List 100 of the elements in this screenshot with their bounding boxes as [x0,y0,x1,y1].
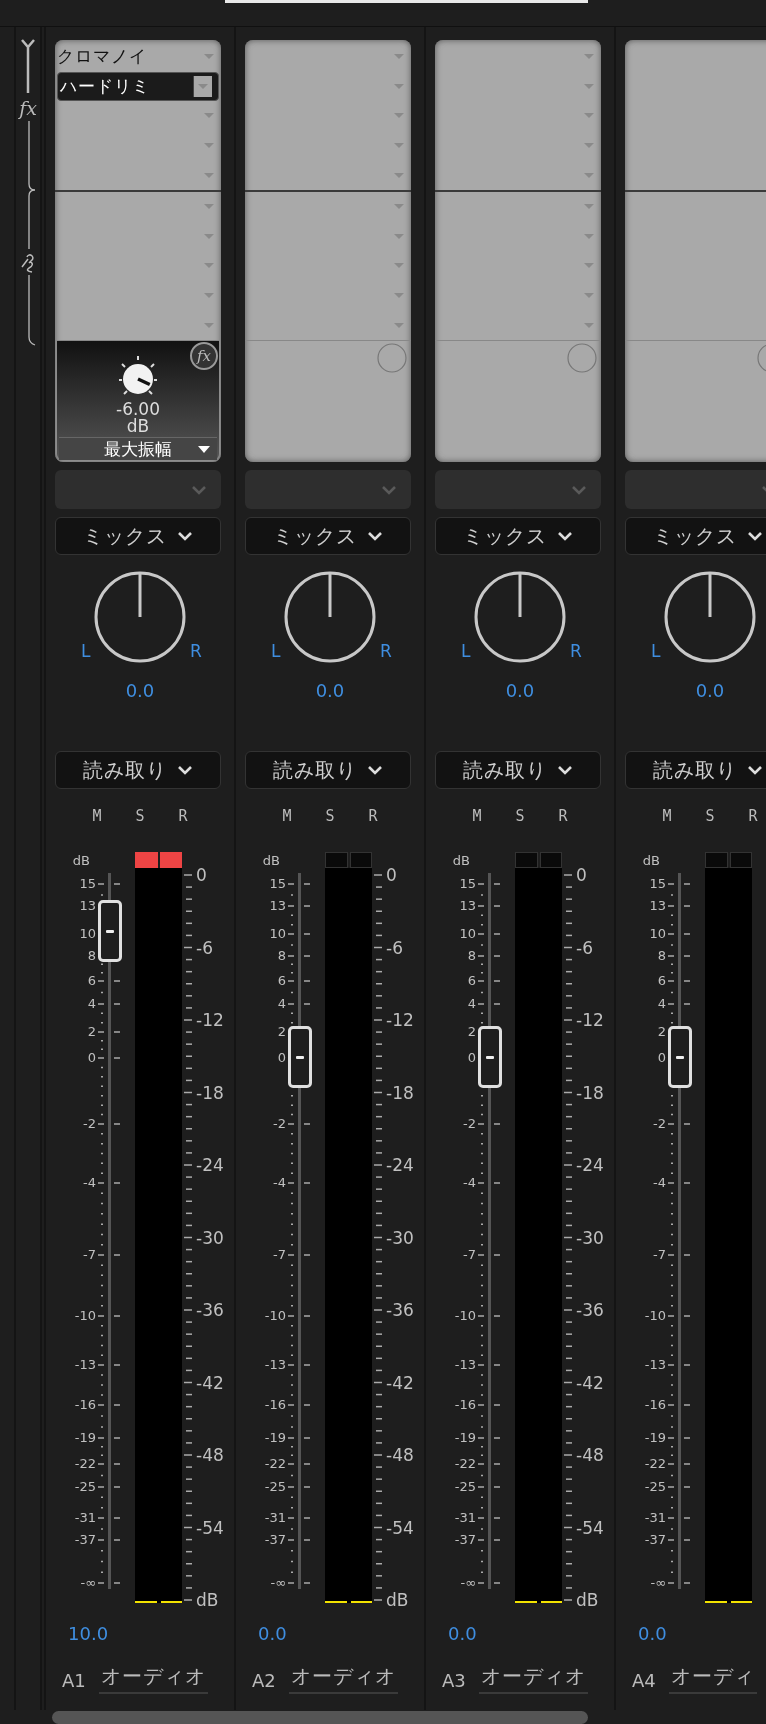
scale-label: -48 [576,1445,604,1465]
horizontal-scrollbar[interactable] [52,1711,588,1724]
fader-handle[interactable] [478,1026,502,1088]
chevron-down-icon [557,764,573,776]
send-dropdown[interactable] [625,470,766,509]
automation-dropdown[interactable]: 読み取り [245,751,411,789]
send-dropdown[interactable] [435,470,601,509]
scale-label: -36 [576,1300,604,1320]
track-toggle-button[interactable]: S [130,806,150,826]
scale-label: dB [196,1590,219,1610]
scale-label: 15 [79,876,96,892]
track-toggle-button[interactable]: R [553,806,573,826]
pan-knob[interactable] [473,570,567,664]
clip-indicator[interactable] [135,852,158,868]
mode-dropdown[interactable]: ミックス [435,517,601,555]
scale-label: -13 [74,1357,96,1373]
microphone-icon [19,251,37,275]
scale-unit: dB [72,853,90,868]
automation-dropdown[interactable]: 読み取り [55,751,221,789]
track-name-field[interactable]: オーディオ [98,1663,208,1694]
clip-indicator[interactable] [729,852,752,868]
automation-dropdown[interactable]: 読み取り [435,751,601,789]
scale-label: -12 [386,1010,414,1030]
scale-label: 0 [576,865,587,885]
track-toggle-button[interactable]: R [173,806,193,826]
mode-dropdown[interactable]: ミックス [625,517,766,555]
scale-label: 0 [196,865,207,885]
clip-indicator[interactable] [539,852,562,868]
track-toggle-button[interactable]: M [657,806,677,826]
scale-label: -4 [83,1175,96,1191]
send-dropdown[interactable] [55,470,221,509]
scale-label: 4 [87,996,96,1012]
pan-knob[interactable] [663,570,757,664]
scale-label: -10 [264,1308,286,1324]
scale-label: -31 [454,1510,476,1526]
scale-label: -30 [386,1227,414,1248]
scale-label: -7 [273,1247,286,1263]
fader-handle[interactable] [668,1026,692,1088]
track-toggle-button[interactable]: R [363,806,383,826]
effect-slot[interactable]: クロマノイ [55,42,221,72]
clip-indicator[interactable] [159,852,182,868]
mode-dropdown[interactable]: ミックス [245,517,411,555]
track-name-field[interactable]: オーディ [668,1663,757,1694]
effect-slot[interactable]: ハードリミ [57,71,219,102]
send-value: -6.00 [116,401,160,418]
scale-label: -19 [644,1430,666,1446]
scale-label: -19 [74,1430,96,1446]
effect-bypass-button[interactable]: fx [190,341,218,370]
scale-label: -31 [264,1510,286,1526]
automation-dropdown[interactable]: 読み取り [625,751,766,789]
track-toggle-button[interactable]: M [277,806,297,826]
pan-knob[interactable] [283,570,377,664]
scale-label: -19 [264,1430,286,1446]
send-dropdown[interactable] [245,470,411,509]
scale-label: -10 [454,1308,476,1324]
track-id: A2 [252,1670,276,1693]
scale-label: -16 [264,1397,286,1413]
scale-label: -13 [454,1357,476,1373]
scale-label: -22 [264,1456,286,1472]
scale-label: 2 [87,1024,96,1040]
scale-label: -54 [196,1517,224,1538]
scale-label: -4 [463,1175,476,1191]
parameter-dropdown[interactable]: 最大振幅 [59,437,217,460]
mode-dropdown[interactable]: ミックス [55,517,221,555]
clip-indicator[interactable] [515,852,538,868]
pan-knob[interactable] [93,570,187,664]
scale-label: 10 [459,926,476,942]
scale-label: 6 [657,973,666,989]
track-id: A4 [632,1670,656,1693]
track-name-field[interactable]: オーディオ [478,1663,588,1694]
track-toggle-button[interactable]: S [700,806,720,826]
scale-label: dB [386,1590,409,1610]
chevron-down-icon [177,530,193,542]
track-toggle-button[interactable]: M [467,806,487,826]
scale-label: 0 [657,1050,666,1066]
fader-handle[interactable] [98,900,122,962]
chevron-down-icon [367,530,383,542]
scale-label: -42 [576,1372,604,1393]
fader-handle[interactable] [288,1026,312,1088]
track-name-field[interactable]: オーディオ [288,1663,398,1694]
scale-label: -16 [644,1397,666,1413]
clip-indicator[interactable] [349,852,372,868]
dropdown-arrow-icon [197,444,211,454]
scale-label: 6 [467,973,476,989]
scale-label: 13 [649,898,666,914]
scale-label: 2 [467,1024,476,1040]
top-scrollbar[interactable] [225,0,588,3]
scale-label: -∞ [460,1575,476,1591]
track-toggle-button[interactable]: M [87,806,107,826]
track-toggle-button[interactable]: S [510,806,530,826]
clip-indicator[interactable] [705,852,728,868]
scale-unit: dB [642,853,660,868]
scale-label: -6 [386,937,403,958]
clip-indicator[interactable] [325,852,348,868]
scale-label: -2 [463,1116,476,1132]
track-toggle-button[interactable]: R [743,806,763,826]
scale-label: -42 [196,1372,224,1393]
scale-label: 10 [649,926,666,942]
track-toggle-button[interactable]: S [320,806,340,826]
scale-label: -16 [74,1397,96,1413]
